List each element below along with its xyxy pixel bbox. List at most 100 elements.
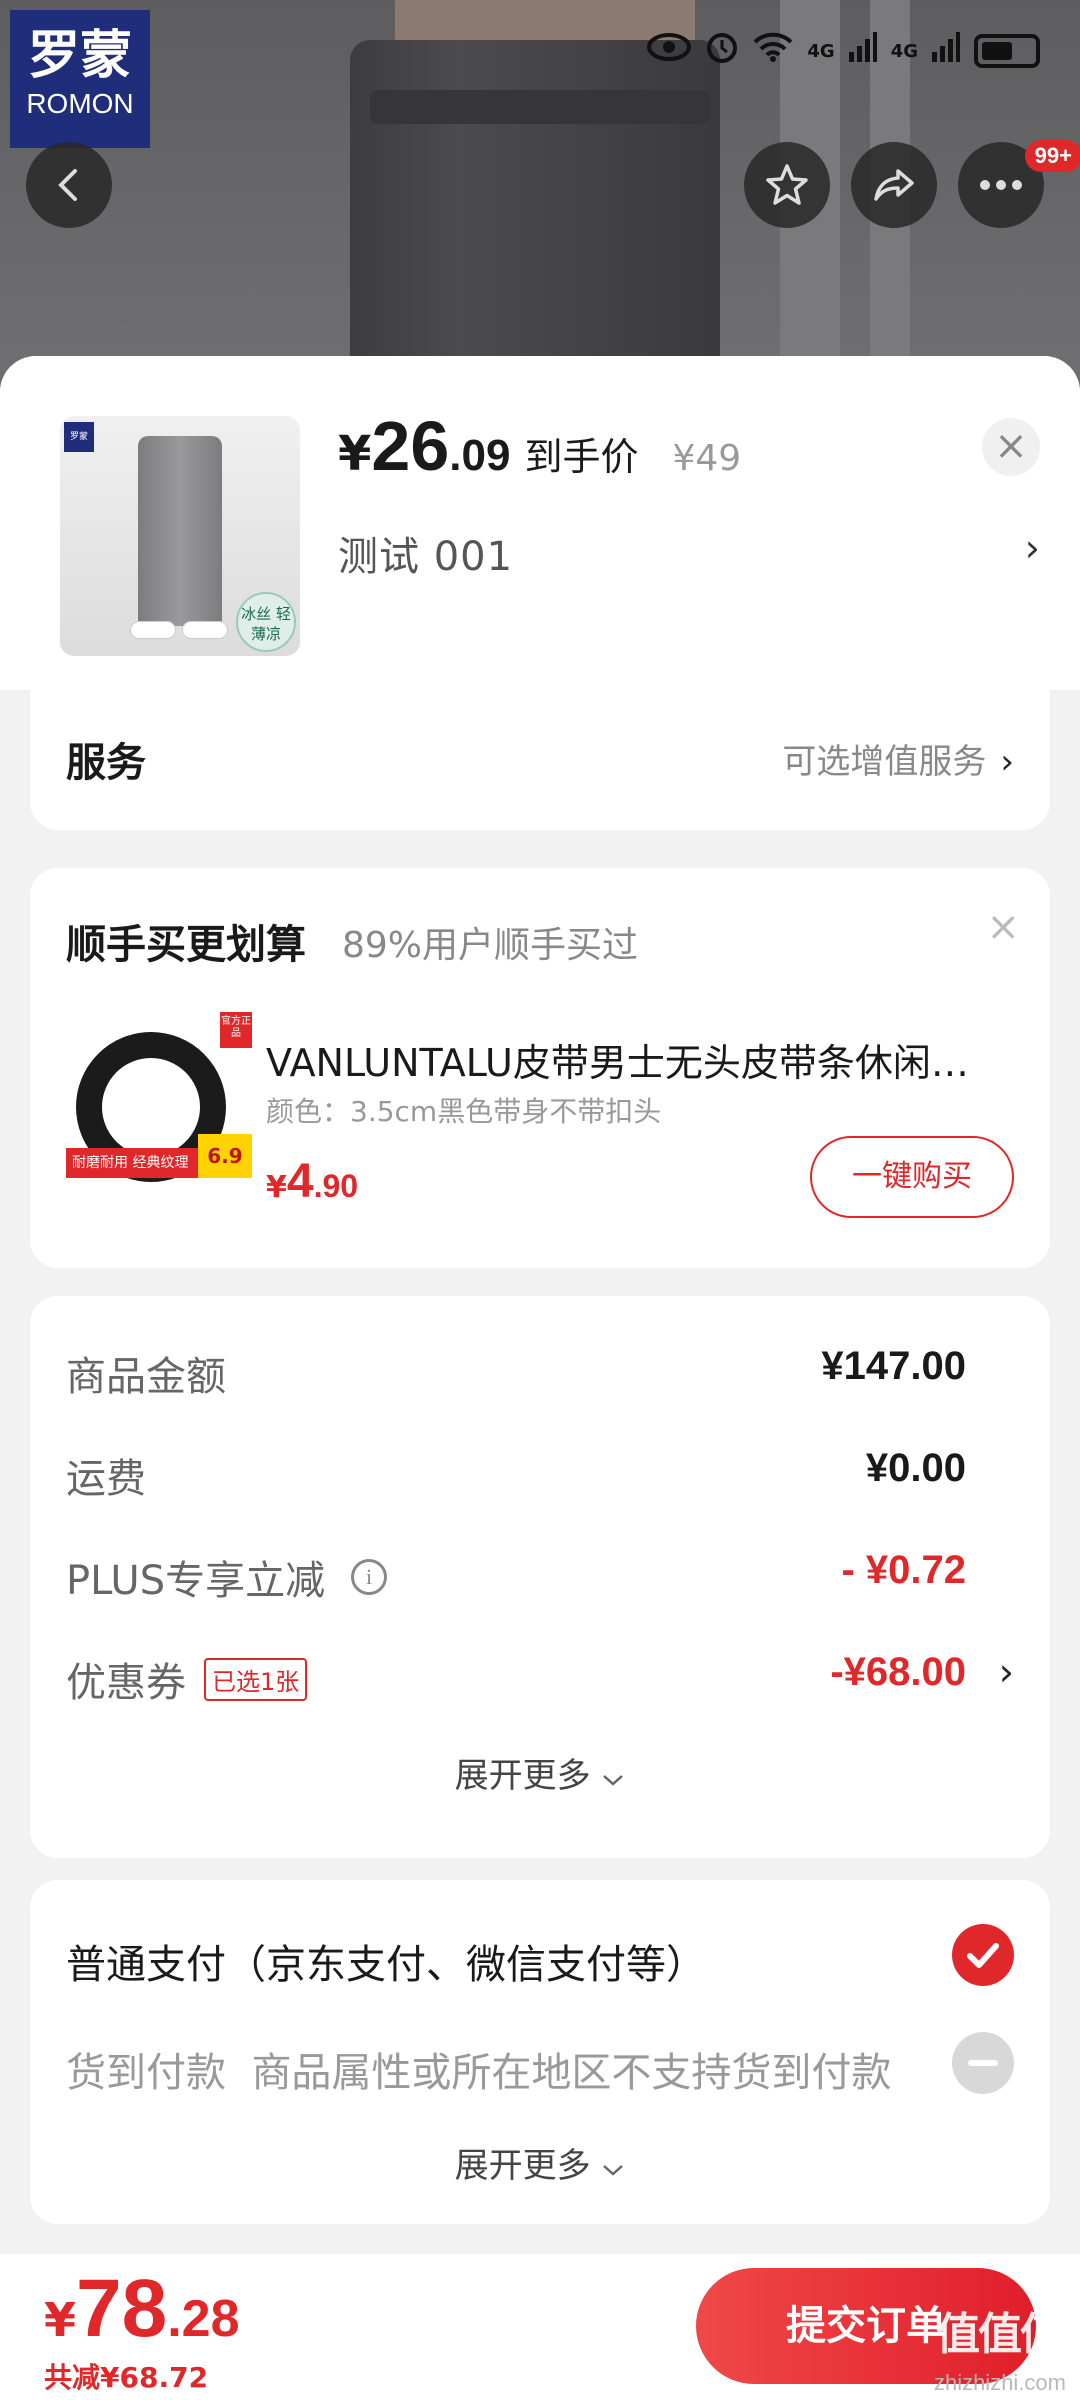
- thumb-badge: 冰丝 轻薄凉: [236, 592, 296, 652]
- fee-row-goods: 商品金额 ¥147.00: [66, 1336, 1014, 1400]
- price-integer: 26: [371, 407, 450, 485]
- price-breakdown: 商品金额 ¥147.00 运费 ¥0.00 PLUS专享立减 i - ¥0.72…: [30, 1296, 1050, 1858]
- addon-product-name[interactable]: VANLUNTALU皮带男士无头皮带条休闲商务: [266, 1032, 1006, 1087]
- expand-more-label: 展开更多: [454, 2146, 591, 2186]
- cod-note: 商品属性或所在地区不支持货到付款: [251, 2050, 892, 2096]
- addon-price-symbol: ¥: [266, 1170, 287, 1205]
- chevron-down-icon: [603, 2165, 624, 2176]
- image-tag-official: 官方正品: [220, 1012, 252, 1048]
- watermark: 值值值: [936, 2309, 1064, 2360]
- star-icon: [766, 164, 808, 205]
- fee-value: ¥147.00: [821, 1344, 966, 1388]
- fee-label: 商品金额: [66, 1354, 226, 1400]
- brand-logo-cn: 罗蒙: [27, 26, 132, 86]
- cod-label: 货到付款: [66, 2050, 226, 2096]
- battery-icon: [974, 34, 1040, 68]
- back-button[interactable]: [26, 142, 112, 228]
- price-label: 到手价: [524, 435, 639, 479]
- signal-icon: [932, 32, 960, 70]
- fee-value: ¥0.00: [865, 1446, 966, 1490]
- expand-more-payment[interactable]: 展开更多: [30, 2138, 1050, 2187]
- thumb-shoe-shape: [182, 621, 228, 639]
- check-icon[interactable]: [952, 1924, 1014, 1986]
- more-dots-icon: [980, 180, 1022, 190]
- model-waistband: [370, 90, 710, 124]
- fee-label: 优惠券 已选1张: [66, 1650, 308, 1708]
- image-tag-price: 6.9: [198, 1134, 252, 1178]
- order-sheet: 罗蒙 冰丝 轻薄凉 ¥ 26 .09 到手价 ¥49 × 测试 001 › 服务…: [0, 356, 1080, 2400]
- signal-icon: [848, 32, 877, 70]
- service-hint: 可选增值服务 ›: [782, 734, 1014, 783]
- service-hint-text: 可选增值服务: [782, 742, 987, 782]
- product-thumbnail[interactable]: 罗蒙 冰丝 轻薄凉: [60, 416, 300, 656]
- fee-row-shipping: 运费 ¥0.00: [66, 1438, 1014, 1502]
- network-label: 4G: [807, 40, 835, 62]
- alarm-icon: [705, 30, 739, 72]
- notification-badge: 99+: [1024, 140, 1080, 172]
- chevron-right-icon: ›: [1000, 742, 1014, 782]
- info-icon[interactable]: i: [351, 1559, 388, 1595]
- payment-option-label: 货到付款 商品属性或所在地区不支持货到付款: [66, 2040, 891, 2098]
- payment-method-card: 普通支付（京东支付、微信支付等） 货到付款 商品属性或所在地区不支持货到付款 展…: [30, 1880, 1050, 2224]
- expand-more-label: 展开更多: [454, 1756, 591, 1796]
- brand-logo-en: ROMON: [26, 88, 134, 119]
- payment-option-cod: 货到付款 商品属性或所在地区不支持货到付款: [66, 2030, 1014, 2100]
- product-price: ¥ 26 .09 到手价 ¥49: [338, 406, 741, 486]
- selected-variant[interactable]: 测试 001: [338, 524, 513, 582]
- submit-order-label: 提交订单: [786, 2303, 946, 2349]
- thumb-shoe-shape: [130, 621, 176, 639]
- addon-price-decimal: .90: [313, 1168, 359, 1204]
- total-symbol: ¥: [44, 2293, 77, 2347]
- payment-option-normal[interactable]: 普通支付（京东支付、微信支付等）: [66, 1922, 1014, 1992]
- addon-close-icon[interactable]: ×: [986, 904, 1020, 950]
- chevron-right-icon[interactable]: ›: [1025, 526, 1040, 570]
- fee-row-plus: PLUS专享立减 i - ¥0.72: [66, 1540, 1014, 1604]
- addon-subtitle: 89%用户顺手买过: [342, 925, 639, 966]
- expand-more-fees[interactable]: 展开更多: [30, 1748, 1050, 1797]
- addon-price: ¥ 4 .90: [266, 1154, 358, 1209]
- fee-value: - ¥0.72: [841, 1548, 966, 1592]
- thumb-logo: 罗蒙: [64, 422, 94, 452]
- coupon-selected-tag: 已选1张: [204, 1657, 308, 1701]
- fee-label-text: PLUS专享立减: [66, 1558, 326, 1604]
- addon-price-integer: 4: [286, 1155, 314, 1208]
- favorite-button[interactable]: [744, 142, 830, 228]
- watermark-url: zhizhizhi.com: [933, 2370, 1066, 2395]
- thumb-pants-shape: [138, 436, 222, 626]
- price-symbol: ¥: [338, 426, 372, 482]
- total-integer: 78: [76, 2263, 168, 2354]
- wifi-icon: [753, 32, 793, 70]
- chevron-down-icon: [603, 1775, 624, 1786]
- close-button[interactable]: ×: [982, 418, 1040, 476]
- total-decimal: .28: [167, 2290, 240, 2348]
- original-price: ¥49: [672, 438, 742, 479]
- network-label: 4G: [890, 40, 918, 62]
- addon-image[interactable]: 官方正品 耐磨耐用 经典纹理 6.9: [66, 1012, 252, 1198]
- fee-label: 运费: [66, 1456, 146, 1502]
- fee-label-text: 优惠券: [66, 1660, 186, 1706]
- share-icon: [874, 169, 914, 201]
- share-button[interactable]: [851, 142, 937, 228]
- checkout-bar: ¥ 78 .28 共减¥68.72 提交订单 值值值 zhizhizhi.com: [0, 2254, 1080, 2400]
- payment-option-label: 普通支付（京东支付、微信支付等）: [66, 1942, 706, 1988]
- total-saved: 共减¥68.72: [44, 2361, 209, 2394]
- brand-logo: 罗蒙 ROMON: [10, 10, 150, 148]
- service-title: 服务: [66, 740, 146, 786]
- fee-label: PLUS专享立减 i: [66, 1548, 388, 1606]
- fee-row-coupon[interactable]: 优惠券 已选1张 -¥68.00 ›: [66, 1642, 1014, 1706]
- addon-title: 顺手买更划算: [66, 922, 306, 968]
- fee-value: -¥68.00: [830, 1650, 966, 1694]
- chevron-left-icon: [58, 169, 77, 201]
- addon-spec: 颜色：3.5cm黑色带身不带扣头: [266, 1095, 662, 1128]
- product-summary: 罗蒙 冰丝 轻薄凉 ¥ 26 .09 到手价 ¥49 × 测试 001 ›: [0, 356, 1080, 690]
- one-click-buy-button[interactable]: 一键购买: [810, 1136, 1014, 1218]
- total-price: ¥ 78 .28: [44, 2262, 240, 2356]
- eye-icon: [647, 32, 692, 70]
- price-decimal: .09: [449, 431, 511, 480]
- service-row[interactable]: 服务 可选增值服务 ›: [30, 682, 1050, 830]
- disabled-icon: [952, 2032, 1014, 2094]
- addon-card: 顺手买更划算 89%用户顺手买过 × 官方正品 耐磨耐用 经典纹理 6.9 VA…: [30, 868, 1050, 1268]
- close-icon: ×: [994, 423, 1028, 469]
- chevron-right-icon: ›: [998, 1650, 1014, 1694]
- status-bar: 4G 4G: [647, 30, 1040, 72]
